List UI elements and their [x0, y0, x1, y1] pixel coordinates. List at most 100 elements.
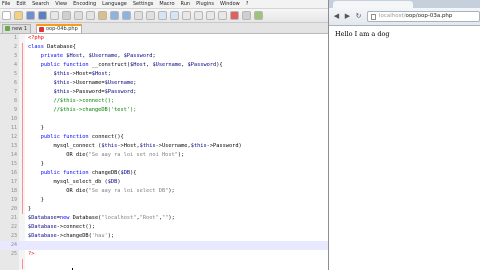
line-number: 13 — [10, 143, 17, 149]
line-number: 3 — [13, 53, 17, 59]
line-number: 9 — [13, 107, 17, 113]
line-number: 11 — [10, 125, 17, 131]
file-modified-icon — [39, 27, 44, 32]
save-icon[interactable] — [26, 11, 35, 20]
tab-label: oop-04b.php — [46, 26, 78, 32]
code-text: mysql_select_db ($DB) — [28, 179, 121, 185]
tab-new-1[interactable]: new 1 — [2, 24, 32, 33]
code-line[interactable]: 22 $Database->connect(); — [0, 223, 328, 232]
code-text: ?> — [28, 251, 35, 257]
cut-icon[interactable] — [74, 11, 83, 20]
play-macro-icon[interactable] — [254, 11, 263, 20]
menu-view[interactable]: View — [55, 0, 67, 8]
find-icon[interactable] — [134, 11, 143, 20]
code-line[interactable]: 14 OR die("Se aay ra loi set noi Host"); — [0, 151, 328, 160]
code-line[interactable]: 12 public function connect(){ — [0, 133, 328, 142]
new-file-icon[interactable] — [2, 11, 11, 20]
code-line[interactable]: 20} — [0, 205, 328, 214]
code-line[interactable]: 11 } — [0, 124, 328, 133]
code-line[interactable]: 18 OR die("Se aay ra loi select DB"); — [0, 187, 328, 196]
code-text: $this->Host=$Host; — [53, 71, 111, 77]
indent-guide-icon[interactable] — [218, 11, 227, 20]
code-text: <?php — [28, 35, 44, 41]
reload-icon[interactable]: ↻ — [354, 12, 363, 21]
code-line[interactable]: 13 mysql_connect ($this->Host,$this->Use… — [0, 142, 328, 151]
code-line[interactable]: 2 class Database{ — [0, 43, 328, 52]
line-number: 2 — [13, 44, 17, 50]
code-text: class Database{ — [28, 44, 76, 50]
code-line[interactable]: 1 <?php — [0, 34, 328, 43]
code-line[interactable]: 16 public function changeDB($DB){ — [0, 169, 328, 178]
browser-tab-strip — [329, 0, 480, 8]
line-number: 21 — [10, 215, 17, 221]
code-text: public function connect(){ — [40, 134, 124, 140]
code-line[interactable]: 15 } — [0, 160, 328, 169]
line-number: 5 — [13, 71, 17, 77]
code-text: OR die("Se aay ra loi set noi Host"); — [28, 152, 185, 158]
code-text-area[interactable]: 1 <?php 2 class Database{ 3 private $Host, $… — [0, 34, 328, 270]
code-text: $Database=new Database("localhost","Root… — [28, 215, 175, 221]
line-number: 6 — [13, 80, 17, 86]
code-line[interactable]: 23 $Database->changeDB('hau'); — [0, 232, 328, 241]
open-folder-icon[interactable] — [14, 11, 23, 20]
stop-macro-icon[interactable] — [242, 11, 251, 20]
save-all-icon[interactable] — [38, 11, 47, 20]
zoom-in-icon[interactable] — [158, 11, 167, 20]
menu-language[interactable]: Language — [102, 0, 127, 8]
menu-search[interactable]: Search — [32, 0, 49, 8]
code-line[interactable]: 9 //$this->changeDB('test'); — [0, 106, 328, 115]
page-body-text: Hello I am a dog — [335, 30, 390, 38]
code-line[interactable]: 25 ?> — [0, 250, 328, 259]
redo-icon[interactable] — [122, 11, 131, 20]
browser-tab[interactable] — [333, 1, 413, 8]
menu-help[interactable]: ? — [246, 0, 249, 8]
menu-macro[interactable]: Macro — [159, 0, 174, 8]
fold-guide — [22, 259, 23, 269]
code-text: mysql_connect ($this->Host,$this->Userna… — [28, 143, 242, 149]
menu-window[interactable]: Window — [220, 0, 240, 8]
paste-icon[interactable] — [98, 11, 107, 20]
browser-toolbar: ◀ ▶ ↻ localhost/oop/oop-03a.php — [329, 8, 480, 26]
address-bar[interactable]: localhost/oop/oop-03a.php — [367, 11, 480, 22]
line-number: 15 — [10, 161, 17, 167]
forward-arrow-icon[interactable]: ▶ — [343, 12, 352, 21]
line-number: 10 — [10, 116, 17, 122]
sync-scroll-icon[interactable] — [182, 11, 191, 20]
code-line[interactable]: 19 } — [0, 196, 328, 205]
code-text: OR die("Se aay ra loi select DB"); — [28, 188, 175, 194]
line-number: 25 — [10, 251, 17, 257]
code-line[interactable]: 4 public function __construct($Host, $Us… — [0, 61, 328, 70]
tab-oop-04b[interactable]: oop-04b.php — [36, 24, 82, 33]
menu-plugins[interactable]: Plugins — [196, 0, 214, 8]
code-line[interactable]: 24 — [0, 241, 328, 250]
replace-icon[interactable] — [146, 11, 155, 20]
record-macro-icon[interactable] — [230, 11, 239, 20]
zoom-out-icon[interactable] — [170, 11, 179, 20]
menu-run[interactable]: Run — [181, 0, 191, 8]
browser-window: ◀ ▶ ↻ localhost/oop/oop-03a.php Hello I … — [329, 0, 480, 270]
undo-icon[interactable] — [110, 11, 119, 20]
back-arrow-icon[interactable]: ◀ — [332, 12, 341, 21]
print-icon[interactable] — [62, 11, 71, 20]
menu-edit[interactable]: Edit — [16, 0, 26, 8]
line-number: 19 — [10, 197, 17, 203]
line-number: 24 — [10, 242, 17, 248]
code-line[interactable]: 21 $Database=new Database("localhost","Ro… — [0, 214, 328, 223]
menu-bar: File Edit Search View Encoding Language … — [0, 0, 328, 9]
close-file-icon[interactable] — [50, 11, 59, 20]
code-line[interactable]: 17 mysql_select_db ($DB) — [0, 178, 328, 187]
menu-settings[interactable]: Settings — [133, 0, 154, 8]
menu-encoding[interactable]: Encoding — [73, 0, 96, 8]
code-line[interactable]: 5 $this->Host=$Host; — [0, 70, 328, 79]
menu-file[interactable]: File — [2, 0, 10, 8]
code-line[interactable]: 7 $this->Password=$Password; — [0, 88, 328, 97]
show-all-chars-icon[interactable] — [206, 11, 215, 20]
code-line[interactable]: 3 private $Host, $Username, $Password; — [0, 52, 328, 61]
code-line[interactable]: 8 //$this->connect(); — [0, 97, 328, 106]
code-line[interactable]: 10 — [0, 115, 328, 124]
url-path: oop/oop-03a.php — [405, 13, 453, 19]
word-wrap-icon[interactable] — [194, 11, 203, 20]
page-icon — [371, 14, 376, 20]
copy-icon[interactable] — [86, 11, 95, 20]
code-line[interactable]: 6 $this->Username=$Username; — [0, 79, 328, 88]
